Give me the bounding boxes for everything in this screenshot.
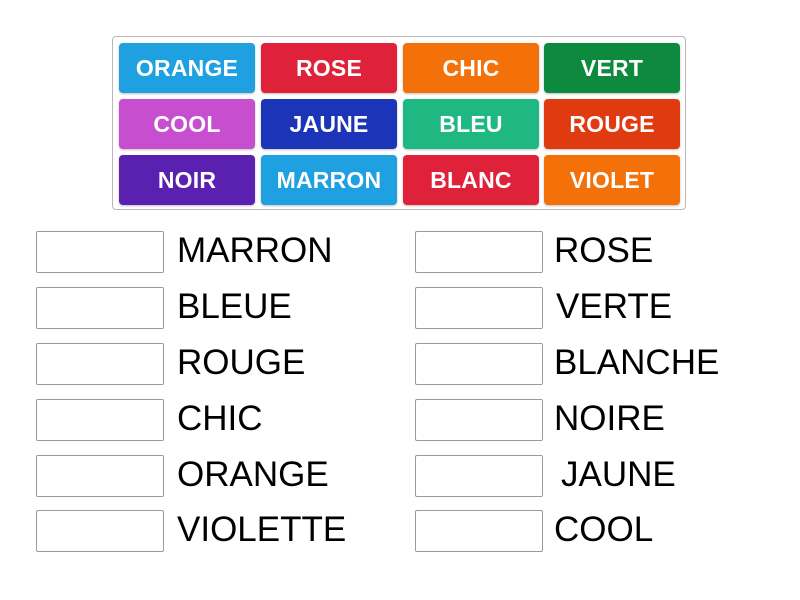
drop-zone[interactable]: [415, 399, 543, 441]
answer-tile[interactable]: ROSE: [261, 43, 397, 93]
drop-zone[interactable]: [36, 343, 164, 385]
target-word: ORANGE: [177, 455, 329, 494]
target-word: JAUNE: [561, 455, 676, 494]
target-word: ROSE: [554, 231, 654, 270]
drop-zone[interactable]: [415, 343, 543, 385]
answer-tile[interactable]: COOL: [119, 99, 255, 149]
drop-zone[interactable]: [36, 231, 164, 273]
drop-zone[interactable]: [415, 510, 543, 552]
answer-bank: ORANGE ROSE CHIC VERT COOL JAUNE BLEU RO…: [112, 36, 686, 210]
drop-zone[interactable]: [415, 455, 543, 497]
answer-tile[interactable]: MARRON: [261, 155, 397, 205]
drop-zone[interactable]: [36, 510, 164, 552]
target-word: NOIRE: [554, 399, 665, 438]
target-word: BLEUE: [177, 287, 292, 326]
answer-tile[interactable]: VERT: [544, 43, 680, 93]
answer-tile[interactable]: VIOLET: [544, 155, 680, 205]
drop-zone[interactable]: [36, 455, 164, 497]
target-word: BLANCHE: [554, 343, 720, 382]
drop-zone[interactable]: [36, 399, 164, 441]
target-word: VERTE: [556, 287, 673, 326]
answer-tile[interactable]: BLANC: [403, 155, 539, 205]
drop-zone[interactable]: [415, 287, 543, 329]
drop-zone[interactable]: [415, 231, 543, 273]
answer-tile[interactable]: JAUNE: [261, 99, 397, 149]
answer-tile[interactable]: ORANGE: [119, 43, 255, 93]
target-word: MARRON: [177, 231, 333, 270]
target-word: VIOLETTE: [177, 510, 347, 549]
answer-tile[interactable]: ROUGE: [544, 99, 680, 149]
target-word: COOL: [554, 510, 654, 549]
answer-tile[interactable]: CHIC: [403, 43, 539, 93]
drop-zone[interactable]: [36, 287, 164, 329]
target-word: ROUGE: [177, 343, 306, 382]
target-word: CHIC: [177, 399, 263, 438]
answer-tile[interactable]: BLEU: [403, 99, 539, 149]
answer-tile[interactable]: NOIR: [119, 155, 255, 205]
